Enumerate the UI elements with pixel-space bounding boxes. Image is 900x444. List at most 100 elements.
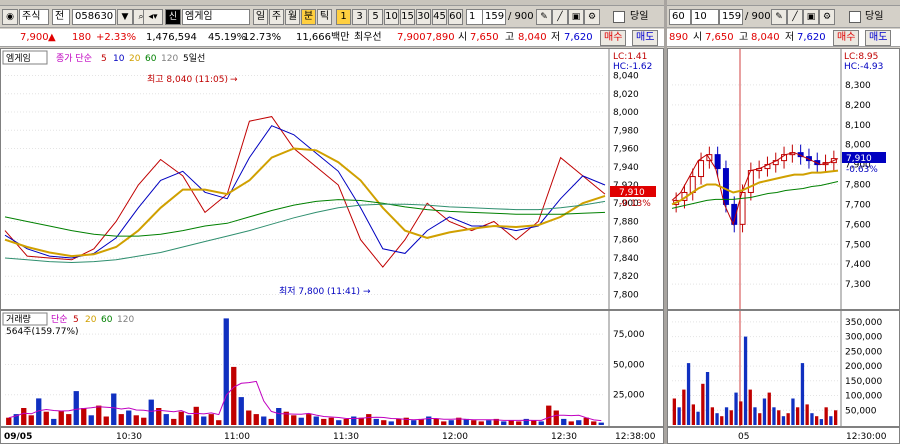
period-day-button[interactable]: 일 xyxy=(253,9,268,25)
period-week-button[interactable]: 주 xyxy=(269,9,284,25)
right-y-tick: 7,700 xyxy=(845,200,871,210)
right-interval-value[interactable]: 10 xyxy=(691,9,719,25)
interval-10-button[interactable]: 10 xyxy=(384,9,399,25)
x-tick-1230: 12:30 xyxy=(551,432,577,442)
right-price-chart[interactable]: 8,3008,2008,1008,0007,9007,8007,7007,600… xyxy=(667,48,900,310)
best-sell-price: 7,900 xyxy=(397,32,426,43)
right-y-tick: 8,000 xyxy=(845,141,871,151)
vol-volume-bar xyxy=(58,410,64,425)
right-x-label: 05 xyxy=(738,432,749,442)
chart-toolbar: ◉ 주식 전 058630 ▼ ⌕ ◂▾ 신 엠게임 일 주 월 분 틱 1 3… xyxy=(0,6,664,28)
hc-label: HC:-1.62 xyxy=(613,62,652,72)
right-vol-volume-bar xyxy=(715,413,719,425)
right-vol-volume-bar xyxy=(762,398,767,425)
vol-volume-bar xyxy=(193,406,199,425)
stock-code-input[interactable]: 058630 xyxy=(72,9,116,25)
interval-5-button[interactable]: 5 xyxy=(368,9,383,25)
right-vol-volume-bar xyxy=(777,410,781,425)
vol-y-tick: 75,000 xyxy=(613,330,645,340)
legend-ma-10: 10 xyxy=(113,54,125,64)
right-tool-icon[interactable]: ✎ xyxy=(771,9,787,25)
price-chart[interactable]: 8,0408,0208,0007,9807,9607,9407,9207,900… xyxy=(0,48,664,310)
vol-legend-20: 20 xyxy=(85,315,97,325)
right-sell-button[interactable]: 매도 xyxy=(865,30,892,46)
time-axis: 09/05 10:30 11:00 11:30 12:00 12:30 12:3… xyxy=(0,427,664,444)
sell-button[interactable]: 매도 xyxy=(632,30,659,46)
interval-3-button[interactable]: 3 xyxy=(352,9,367,25)
period-month-button[interactable]: 월 xyxy=(285,9,300,25)
right-low-price: 7,620 xyxy=(797,32,826,43)
vol-volume-bar xyxy=(246,410,252,425)
right-vol-volume-bar xyxy=(672,398,676,425)
vol-volume-bar xyxy=(223,318,229,425)
period-tick-button[interactable]: 틱 xyxy=(317,9,332,25)
tool-icon[interactable]: ✎ xyxy=(536,9,552,25)
single-day-checkbox[interactable] xyxy=(613,11,625,23)
right-volume-chart[interactable]: 350,000 300,000 250,000 200,000 150,000 100,0… xyxy=(667,310,900,427)
interval-1-button[interactable]: 1 xyxy=(336,9,351,25)
right-candle xyxy=(698,160,705,178)
vol-volume-bar xyxy=(231,366,237,425)
vol-volume-bar xyxy=(21,408,27,425)
interval-15-button[interactable]: 15 xyxy=(400,9,415,25)
vol-volume-bar xyxy=(171,418,177,425)
right-vol-volume-bar xyxy=(748,389,752,425)
market-select[interactable]: 주식 xyxy=(19,9,49,25)
type-select[interactable]: 전 xyxy=(52,9,70,25)
period-minute-button[interactable]: 분 xyxy=(301,9,316,25)
line-tool-icon[interactable]: ╱ xyxy=(552,9,568,25)
right-vol-volume-bar xyxy=(677,407,681,425)
right-count-input[interactable]: 159 xyxy=(719,9,743,25)
interval-45-button[interactable]: 45 xyxy=(432,9,447,25)
right-y-tick: 8,200 xyxy=(845,101,871,111)
right-line-tool-icon[interactable]: ╱ xyxy=(787,9,803,25)
vol-volume-bar xyxy=(276,408,282,425)
vol-volume-bar xyxy=(163,414,169,425)
speaker-icon[interactable]: ◂▾ xyxy=(143,9,163,25)
save-icon[interactable]: ▣ xyxy=(568,9,584,25)
right-vol-volume-bar xyxy=(710,407,714,425)
right-y-tick: 7,300 xyxy=(845,280,871,290)
settings-icon[interactable]: ⚙ xyxy=(584,9,600,25)
vol-volume-bar xyxy=(313,416,319,425)
interval-30-button[interactable]: 30 xyxy=(416,9,431,25)
right-vol-volume-bar xyxy=(743,336,748,425)
vol-volume-bar xyxy=(81,408,87,425)
right-candle xyxy=(714,154,721,170)
right-settings-icon[interactable]: ⚙ xyxy=(819,9,835,25)
right-vol-y-tick: 200,000 xyxy=(845,362,882,372)
right-price-info-bar: 890 시 7,650 고 8,040 저 7,620 매수 매도 xyxy=(667,29,900,47)
right-vol-volume-bar xyxy=(791,398,795,425)
main-y-tick: 8,000 xyxy=(613,108,639,118)
legend-stock-name: 엠게임 xyxy=(6,52,31,64)
count-input[interactable]: 159 xyxy=(482,9,506,25)
high-arrow-icon: → xyxy=(230,75,238,85)
right-vol-volume-bar xyxy=(786,413,790,425)
vol-volume-bar xyxy=(43,411,49,425)
vol-volume-bar xyxy=(448,420,454,425)
right-single-day-checkbox[interactable] xyxy=(849,11,861,23)
interval-60-button[interactable]: 60 xyxy=(448,9,463,25)
high-price: 8,040 xyxy=(518,32,547,43)
price-info-bar: 7,900 ▲ 180 +2.33% 1,476,594 45.19% 12.7… xyxy=(0,29,664,47)
legend-ma-120: 120 xyxy=(161,54,178,64)
right-save-icon[interactable]: ▣ xyxy=(803,9,819,25)
right-end-time-label: 12:30:00 xyxy=(846,432,887,442)
right-vol-volume-bar xyxy=(805,404,809,425)
vol-volume-bar xyxy=(373,418,379,425)
vol-volume-bar xyxy=(538,421,544,425)
buy-button[interactable]: 매수 xyxy=(600,30,627,46)
legend-ma-20: 20 xyxy=(129,54,141,64)
vol-volume-bar xyxy=(366,414,372,425)
right-vol-volume-bar xyxy=(810,413,814,425)
vol-volume-bar xyxy=(508,420,514,425)
right-interval-select[interactable]: 60 xyxy=(669,9,691,25)
right-y-tick: 8,100 xyxy=(845,121,871,131)
dropdown-icon[interactable]: ▼ xyxy=(117,9,133,25)
radio-icon[interactable]: ◉ xyxy=(2,9,18,25)
vol-volume-bar xyxy=(568,421,574,425)
low-annotation: 최저 7,800 (11:41) xyxy=(279,286,360,297)
right-buy-button[interactable]: 매수 xyxy=(833,30,860,46)
right-high-price: 8,040 xyxy=(751,32,780,43)
volume-chart[interactable]: 75,000 50,000 25,000 거래량 단순 5 20 60 120 56… xyxy=(0,310,664,427)
